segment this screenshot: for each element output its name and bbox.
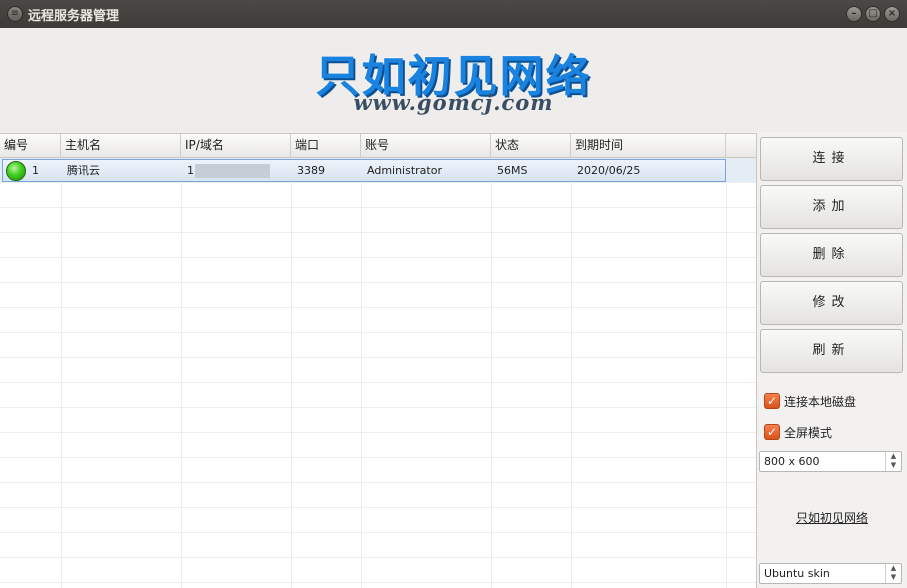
empty-row bbox=[0, 533, 756, 558]
spin-arrows-icon[interactable]: ▲ ▼ bbox=[885, 452, 901, 471]
edit-button[interactable]: 修改 bbox=[760, 281, 903, 325]
resolution-value: 800 x 600 bbox=[764, 455, 820, 468]
refresh-button[interactable]: 刷新 bbox=[760, 329, 903, 373]
empty-row bbox=[0, 558, 756, 583]
checkbox-label: 连接本地磁盘 bbox=[784, 395, 857, 409]
empty-row bbox=[0, 308, 756, 333]
online-status-icon bbox=[6, 161, 26, 181]
ip-redaction bbox=[195, 164, 270, 178]
cell-port: 3389 bbox=[297, 164, 325, 177]
cell-account: Administrator bbox=[367, 164, 442, 177]
empty-row bbox=[0, 458, 756, 483]
minimize-icon[interactable]: – bbox=[846, 6, 862, 22]
table-header: 编号 主机名 IP/域名 端口 账号 状态 到期时间 bbox=[0, 134, 756, 158]
add-button[interactable]: 添加 bbox=[760, 185, 903, 229]
column-header-port[interactable]: 端口 bbox=[291, 134, 361, 157]
window-title: 远程服务器管理 bbox=[28, 9, 120, 24]
empty-row bbox=[0, 358, 756, 383]
checkbox-checked-icon[interactable]: ✓ bbox=[764, 393, 780, 409]
app-window: ≡ 远程服务器管理 – □ × 只如初见网络 www.gomcj.com 编号 … bbox=[0, 0, 907, 588]
column-header-account[interactable]: 账号 bbox=[361, 134, 491, 157]
empty-row bbox=[0, 483, 756, 508]
title-bar[interactable]: ≡ 远程服务器管理 – □ × bbox=[0, 0, 907, 28]
menu-icon[interactable]: ≡ bbox=[7, 6, 23, 22]
website-link[interactable]: 只如初见网络 bbox=[757, 509, 907, 526]
column-header-id[interactable]: 编号 bbox=[0, 134, 61, 157]
checkbox-checked-icon[interactable]: ✓ bbox=[764, 424, 780, 440]
column-header-ip[interactable]: IP/域名 bbox=[181, 134, 291, 157]
brand-banner: 只如初见网络 www.gomcj.com bbox=[0, 28, 907, 132]
resolution-select[interactable]: 800 x 600 ▲ ▼ bbox=[759, 451, 902, 472]
empty-row bbox=[0, 433, 756, 458]
empty-row bbox=[0, 233, 756, 258]
cell-expire: 2020/06/25 bbox=[577, 164, 641, 177]
cell-status: 56MS bbox=[497, 164, 528, 177]
skin-value: Ubuntu skin bbox=[764, 567, 830, 580]
empty-row bbox=[0, 183, 756, 208]
empty-row bbox=[0, 383, 756, 408]
cell-id: 1 bbox=[32, 164, 39, 177]
action-panel: 连接 添加 删除 修改 刷新 ✓ 连接本地磁盘 ✓ 全屏模式 800 x 600… bbox=[757, 133, 907, 588]
empty-row bbox=[0, 408, 756, 433]
delete-button[interactable]: 删除 bbox=[760, 233, 903, 277]
server-table[interactable]: 编号 主机名 IP/域名 端口 账号 状态 到期时间 1 腾讯云 1 3389 … bbox=[0, 133, 757, 588]
cell-ip: 1 bbox=[187, 164, 194, 177]
empty-row bbox=[0, 508, 756, 533]
cell-hostname: 腾讯云 bbox=[67, 164, 100, 177]
column-header-filler bbox=[726, 134, 756, 157]
brand-logo-url: www.gomcj.com bbox=[353, 90, 554, 115]
table-row[interactable]: 1 腾讯云 1 3389 Administrator 56MS 2020/06/… bbox=[0, 158, 756, 183]
checkbox-label: 全屏模式 bbox=[784, 426, 833, 440]
empty-row bbox=[0, 208, 756, 233]
maximize-icon[interactable]: □ bbox=[865, 6, 881, 22]
close-icon[interactable]: × bbox=[884, 6, 900, 22]
connect-button[interactable]: 连接 bbox=[760, 137, 903, 181]
skin-select[interactable]: Ubuntu skin ▲ ▼ bbox=[759, 563, 902, 584]
empty-row bbox=[0, 333, 756, 358]
empty-row bbox=[0, 258, 756, 283]
column-header-hostname[interactable]: 主机名 bbox=[61, 134, 181, 157]
spin-arrows-icon[interactable]: ▲ ▼ bbox=[885, 564, 901, 583]
column-header-expire[interactable]: 到期时间 bbox=[571, 134, 726, 157]
empty-row bbox=[0, 283, 756, 308]
column-header-status[interactable]: 状态 bbox=[491, 134, 571, 157]
